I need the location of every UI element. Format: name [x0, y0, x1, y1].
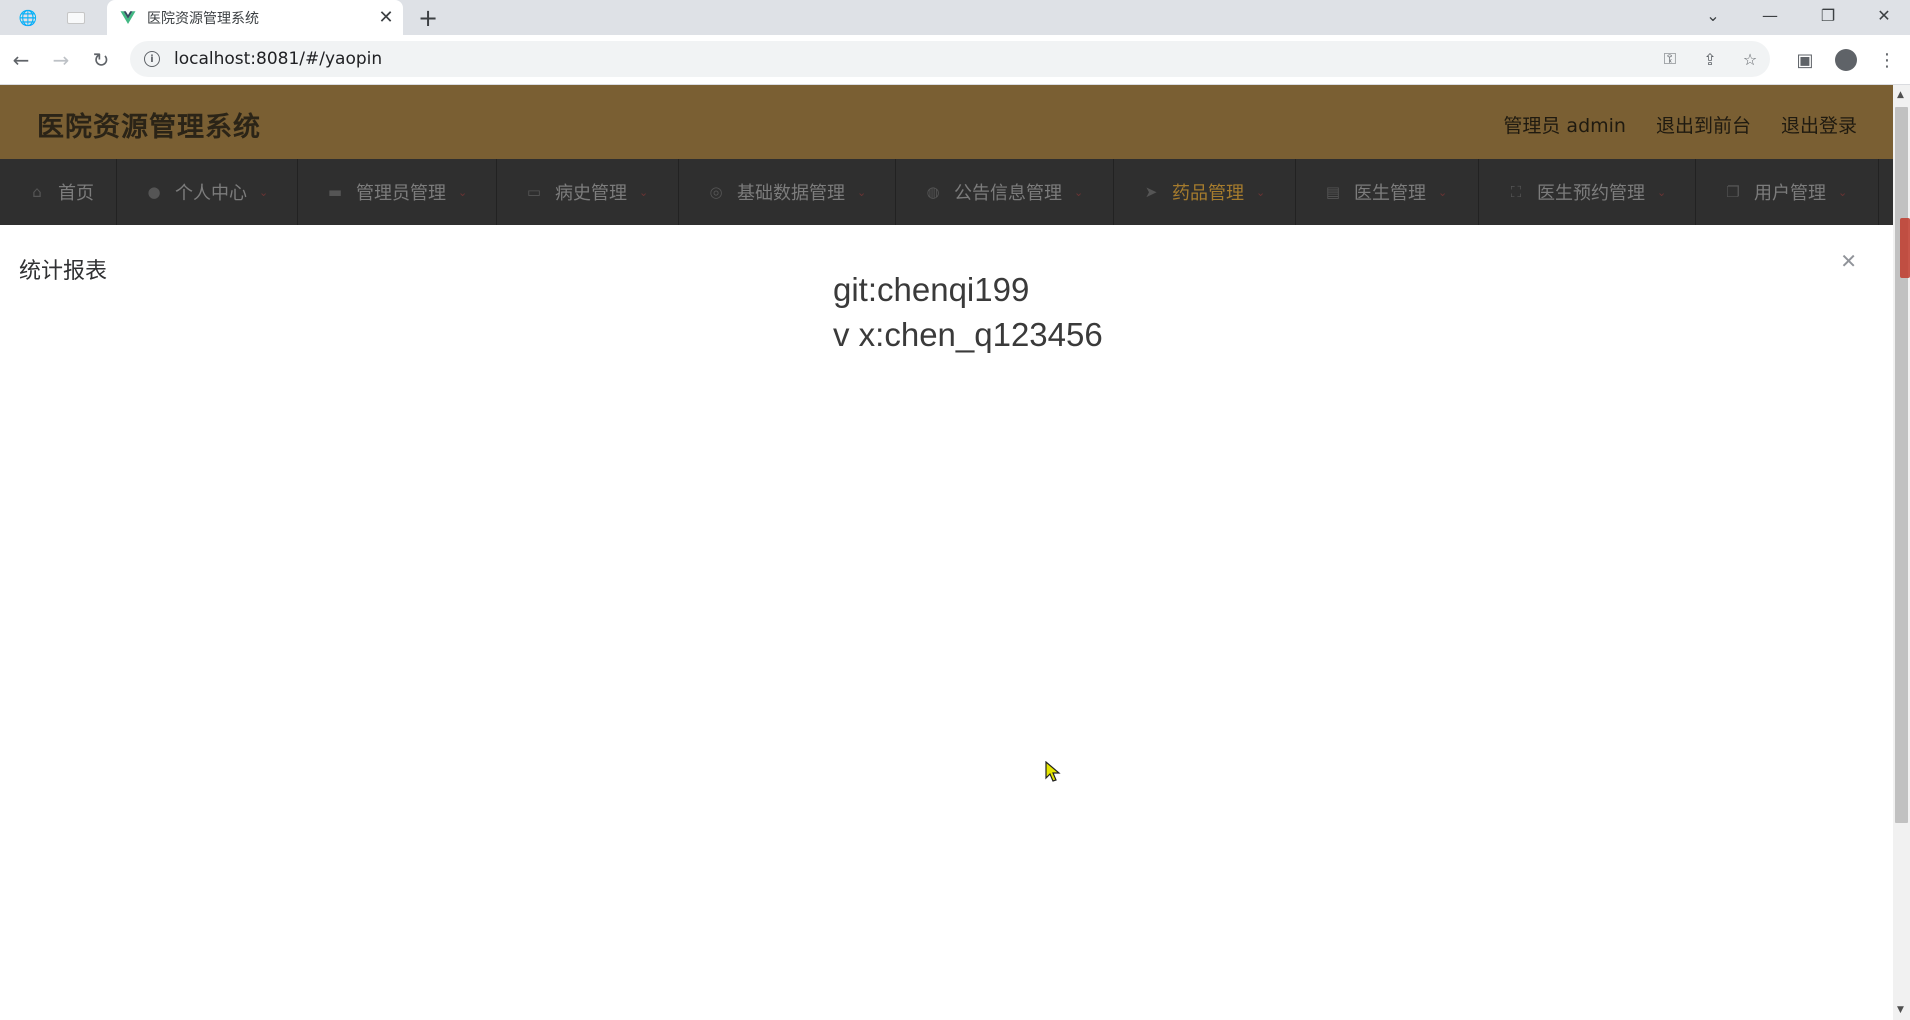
- scroll-indicator-mark: [1900, 218, 1910, 278]
- vue-logo-icon: [120, 10, 136, 24]
- close-window-button[interactable]: ✕: [1856, 0, 1910, 30]
- tab-close-icon[interactable]: ✕: [375, 7, 397, 29]
- nav-item-medicine-management[interactable]: ➤ 药品管理 ⌄: [1114, 159, 1296, 225]
- browser-tab-active[interactable]: 医院资源管理系统 ✕: [107, 0, 403, 35]
- globe-icon: ◍: [926, 183, 940, 201]
- globe-icon[interactable]: 🌐: [16, 6, 40, 30]
- restore-button[interactable]: ❐: [1800, 0, 1856, 30]
- url-text[interactable]: localhost:8081/#/yaopin: [174, 49, 1650, 69]
- nav-item-personal-center[interactable]: ● 个人中心 ⌄: [117, 159, 298, 225]
- scroll-thumb[interactable]: [1895, 107, 1908, 823]
- share-icon[interactable]: ⇪: [1690, 44, 1730, 74]
- nav-item-admin-management[interactable]: ▬ 管理员管理 ⌄: [298, 159, 497, 225]
- watermark-line-git: git:chenqi199: [833, 271, 1030, 308]
- nav-item-label: 公告信息管理: [954, 183, 1062, 204]
- minimize-button[interactable]: —: [1742, 0, 1798, 30]
- nav-item-label: 医生管理: [1354, 183, 1426, 204]
- close-icon[interactable]: ✕: [1840, 249, 1857, 273]
- nav-item-label: 首页: [58, 183, 94, 204]
- forward-button[interactable]: →: [46, 45, 76, 75]
- app-title: 医院资源管理系统: [37, 112, 261, 143]
- chevron-down-icon: ⌄: [1838, 185, 1848, 199]
- nav-item-basic-data-management[interactable]: ◎ 基础数据管理 ⌄: [679, 159, 896, 225]
- chevron-down-icon: ⌄: [1657, 185, 1667, 199]
- panel-title: 统计报表: [19, 259, 108, 284]
- main-nav: ⌂ 首页 ● 个人中心 ⌄ ▬ 管理员管理 ⌄ ▭ 病史管理 ⌄ ◎ 基础数据管…: [0, 159, 1893, 225]
- nav-item-label: 用户管理: [1754, 183, 1826, 204]
- chevron-down-icon: ⌄: [857, 185, 867, 199]
- back-button[interactable]: ←: [6, 45, 36, 75]
- mouse-cursor-icon: [1045, 761, 1061, 782]
- nav-item-user-management[interactable]: ❐ 用户管理 ⌄: [1696, 159, 1879, 225]
- app-header: 医院资源管理系统 管理员 admin 退出到前台 退出登录: [0, 85, 1893, 159]
- scroll-down-icon[interactable]: ▼: [1897, 1005, 1904, 1015]
- bookmark-star-icon[interactable]: ☆: [1730, 44, 1770, 74]
- address-bar[interactable]: i localhost:8081/#/yaopin ⚿ ⇪ ☆: [130, 41, 1770, 77]
- nav-item-history-management[interactable]: ▭ 病史管理 ⌄: [497, 159, 679, 225]
- chevron-down-icon: ⌄: [1256, 185, 1266, 199]
- nav-item-notice-management[interactable]: ◍ 公告信息管理 ⌄: [896, 159, 1114, 225]
- chevron-down-icon: ⌄: [259, 185, 269, 199]
- tab-placeholder-icon[interactable]: [64, 6, 88, 30]
- key-icon[interactable]: ⚿: [1650, 44, 1690, 74]
- new-tab-button[interactable]: +: [414, 4, 442, 32]
- exit-to-frontend-link[interactable]: 退出到前台: [1656, 111, 1751, 138]
- browser-toolbar: ← → ↻ i localhost:8081/#/yaopin ⚿ ⇪ ☆ ▣ …: [0, 35, 1910, 85]
- home-icon: ⌂: [32, 183, 42, 201]
- scroll-up-icon[interactable]: ▲: [1897, 90, 1904, 100]
- profile-avatar[interactable]: [1831, 45, 1861, 75]
- nav-item-label: 病史管理: [555, 183, 627, 204]
- reload-button[interactable]: ↻: [86, 45, 116, 75]
- content-area: 统计报表 ✕ git:chenqi199 v x:chen_q123456: [0, 225, 1893, 1020]
- tab-search-icon[interactable]: ⌄: [1685, 0, 1741, 30]
- chevron-down-icon: ⌄: [458, 185, 468, 199]
- sidepanel-icon[interactable]: ▣: [1790, 45, 1820, 75]
- site-info-icon[interactable]: i: [144, 51, 160, 67]
- nav-item-doctor-management[interactable]: ▤ 医生管理 ⌄: [1296, 159, 1479, 225]
- send-icon: ➤: [1144, 183, 1158, 201]
- nav-item-label: 药品管理: [1172, 183, 1244, 204]
- nav-item-label: 个人中心: [175, 183, 247, 204]
- briefcase-icon: ▬: [327, 183, 343, 201]
- browser-menu-icon[interactable]: ⋮: [1872, 45, 1902, 75]
- nav-item-label: 医生预约管理: [1537, 183, 1645, 204]
- watermark-line-wx: v x:chen_q123456: [833, 316, 1103, 353]
- user-icon: ●: [147, 183, 161, 201]
- user-label: 管理员 admin: [1503, 115, 1626, 137]
- fullscreen-icon: ⛶: [1510, 183, 1522, 201]
- nav-item-home[interactable]: ⌂ 首页: [0, 159, 117, 225]
- chevron-down-icon: ⌄: [1074, 185, 1084, 199]
- chevron-down-icon: ⌄: [1438, 185, 1448, 199]
- chevron-down-icon: ⌄: [639, 185, 649, 199]
- nav-item-label: 管理员管理: [356, 183, 446, 204]
- nav-item-appointment-management[interactable]: ⛶ 医生预约管理 ⌄: [1479, 159, 1696, 225]
- info-circle-icon: ◎: [709, 183, 723, 201]
- tab-title: 医院资源管理系统: [147, 10, 259, 27]
- copy-icon: ❐: [1726, 183, 1740, 201]
- nav-item-label: 基础数据管理: [737, 183, 845, 204]
- logout-link[interactable]: 退出登录: [1781, 111, 1857, 138]
- header-links: 管理员 admin 退出到前台 退出登录: [1503, 111, 1857, 138]
- chat-icon: ▭: [526, 183, 542, 201]
- browser-tabstrip: 🌐 医院资源管理系统 ✕ + ⌄ — ❐ ✕: [0, 0, 1910, 35]
- watermark-text: git:chenqi199 v x:chen_q123456: [833, 267, 1103, 357]
- clipboard-icon: ▤: [1325, 183, 1341, 201]
